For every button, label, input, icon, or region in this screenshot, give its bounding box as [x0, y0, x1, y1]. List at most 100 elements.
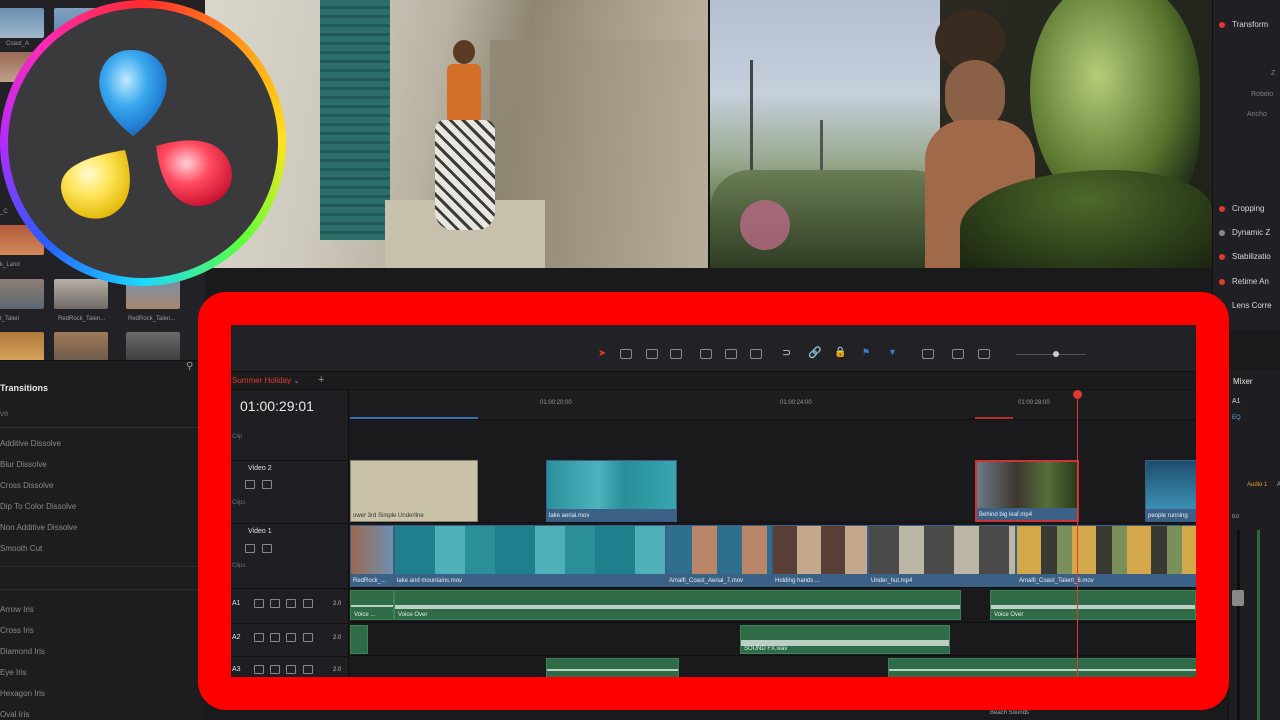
mixer-track-label: Audio 1	[1247, 482, 1268, 488]
solo-button[interactable]	[286, 665, 296, 674]
link-track-icon[interactable]	[270, 599, 280, 608]
audio-clip[interactable]	[546, 658, 679, 678]
eq-button[interactable]: EQ	[1232, 415, 1241, 421]
media-thumb[interactable]	[54, 279, 108, 309]
transition-item[interactable]: Dip To Color Dissolve	[0, 502, 76, 511]
timecode-display: 01:00:29:01	[240, 398, 314, 414]
audio-clip[interactable]: Voice ...	[350, 590, 394, 620]
transition-item[interactable]: Cross Iris	[0, 626, 34, 635]
transition-item[interactable]: Oval Iris	[0, 710, 29, 719]
audio-clip[interactable]: Voice Over	[394, 590, 961, 620]
blade-tool-icon[interactable]	[670, 349, 682, 359]
track-name-video-2[interactable]: Video 2	[248, 465, 272, 472]
zoom-full-icon[interactable]	[922, 349, 934, 359]
toggle-dot-icon[interactable]	[1219, 278, 1225, 285]
transition-item[interactable]: Blur Dissolve	[0, 460, 47, 469]
video-clip[interactable]: people running	[1145, 460, 1196, 522]
inspector-item-transform[interactable]: Transform	[1219, 20, 1268, 29]
track-visibility-icon[interactable]	[262, 480, 272, 489]
video-clip[interactable]: Holding hands ...	[772, 525, 868, 587]
video-clip[interactable]: lake aerial.mov	[546, 460, 677, 522]
title-clip[interactable]: ower 3rd Simple Underline	[350, 460, 478, 522]
tab-summer-holiday[interactable]: Summer Holiday ⌄	[232, 376, 300, 385]
auto-select-icon[interactable]	[245, 544, 255, 553]
transition-item[interactable]: Diamond Iris	[0, 647, 45, 656]
transition-item[interactable]: Cross Dissolve	[0, 481, 53, 490]
video-clip[interactable]: lake and mountains.mov	[394, 525, 666, 587]
track-name-video-1[interactable]: Video 1	[248, 528, 272, 535]
zoom-slider-handle[interactable]	[1053, 351, 1059, 357]
media-thumb[interactable]	[126, 332, 180, 360]
volume-fader[interactable]	[1232, 590, 1244, 606]
transition-item[interactable]: Additive Dissolve	[0, 439, 61, 448]
transition-item[interactable]: Arrow Iris	[0, 605, 34, 614]
mute-button[interactable]	[303, 665, 313, 674]
video-clip[interactable]: Under_hut.mp4	[868, 525, 1016, 587]
audio-clip[interactable]: Voice Over	[990, 590, 1196, 620]
track-visibility-icon[interactable]	[262, 544, 272, 553]
auto-select-icon[interactable]	[245, 480, 255, 489]
media-thumb[interactable]	[0, 279, 44, 309]
add-timeline-button[interactable]: +	[318, 374, 324, 386]
flag-icon[interactable]: ⚑	[862, 347, 870, 358]
media-thumb[interactable]	[0, 332, 44, 360]
toggle-dot-icon[interactable]	[1219, 302, 1225, 309]
video-clip[interactable]: Amalfi_Coast_Talent_8.mov	[1016, 525, 1196, 587]
lock-track-icon[interactable]	[254, 633, 264, 642]
overwrite-clip-icon[interactable]	[725, 349, 737, 359]
audio-clip[interactable]: SOUND FX.wav	[740, 625, 950, 654]
ruler-label: 01:00:24:00	[780, 400, 812, 406]
video-clip[interactable]: Amalfi_Coast_Aerial_7.mov	[666, 525, 772, 587]
dynamic-trim-icon[interactable]	[646, 349, 658, 359]
transition-item[interactable]: Non Additive Dissolve	[0, 523, 77, 532]
trim-tool-icon[interactable]	[620, 349, 632, 359]
link-track-icon[interactable]	[270, 633, 280, 642]
toggle-dot-icon[interactable]	[1219, 229, 1225, 236]
solo-button[interactable]	[286, 633, 296, 642]
audio-clip[interactable]	[888, 658, 1196, 678]
insert-clip-icon[interactable]	[700, 349, 712, 359]
audio-clip[interactable]	[350, 625, 368, 654]
media-thumb[interactable]	[54, 332, 108, 360]
inspector-item-retime[interactable]: Retime An	[1219, 277, 1269, 286]
inspector-item-lens-correction[interactable]: Lens Corre	[1219, 301, 1272, 310]
lock-icon[interactable]: 🔒	[834, 347, 846, 358]
snapping-icon[interactable]: ⊃	[782, 346, 791, 359]
playhead[interactable]	[1077, 390, 1078, 678]
inspector-item-cropping[interactable]: Cropping	[1219, 204, 1264, 213]
solo-button[interactable]	[286, 599, 296, 608]
viewer-frame-detail	[320, 0, 390, 240]
transition-item[interactable]: Smooth Cut	[0, 544, 42, 553]
lock-track-icon[interactable]	[254, 599, 264, 608]
transition-item[interactable]: Hexagon Iris	[0, 689, 45, 698]
mute-button[interactable]	[303, 633, 313, 642]
link-track-icon[interactable]	[270, 665, 280, 674]
time-ruler[interactable]: 01:00:20:00 01:00:24:00 01:00:28:00	[350, 390, 1196, 420]
selection-tool-icon[interactable]: ➤	[598, 348, 606, 359]
mixer-channel-label: A1	[1232, 398, 1241, 405]
playhead-handle[interactable]	[1073, 390, 1082, 399]
replace-clip-icon[interactable]	[750, 349, 762, 359]
toggle-dot-icon[interactable]	[1219, 21, 1225, 28]
video-clip[interactable]: Behind big leaf.mp4	[975, 460, 1079, 522]
zoom-custom-icon[interactable]	[978, 349, 990, 359]
toggle-dot-icon[interactable]	[1219, 253, 1225, 260]
ruler-label: 01:00:20:00	[540, 400, 572, 406]
toggle-dot-icon[interactable]	[1219, 205, 1225, 212]
transition-item[interactable]: Eye Iris	[0, 668, 27, 677]
inspector-item-dynamic-zoom[interactable]: Dynamic Z	[1219, 228, 1270, 237]
zoom-detail-icon[interactable]	[952, 349, 964, 359]
marker-icon[interactable]: ▼	[888, 347, 897, 357]
zoom-slider-track[interactable]	[1016, 354, 1086, 355]
divider	[0, 427, 205, 428]
lock-track-icon[interactable]	[254, 665, 264, 674]
mute-button[interactable]	[303, 599, 313, 608]
track-area[interactable]: 01:00:20:00 01:00:24:00 01:00:28:00 ower…	[350, 390, 1196, 678]
video-clip[interactable]: RedRock_...	[350, 525, 394, 587]
transition-item[interactable]: ve	[0, 409, 8, 418]
inspector-item-stabilization[interactable]: Stabilizatio	[1219, 252, 1271, 261]
timeline-viewer[interactable]	[710, 0, 1212, 268]
search-icon[interactable]: ⚲	[186, 361, 193, 372]
link-icon[interactable]: 🔗	[808, 346, 822, 359]
track-level: 2.0	[333, 667, 342, 673]
